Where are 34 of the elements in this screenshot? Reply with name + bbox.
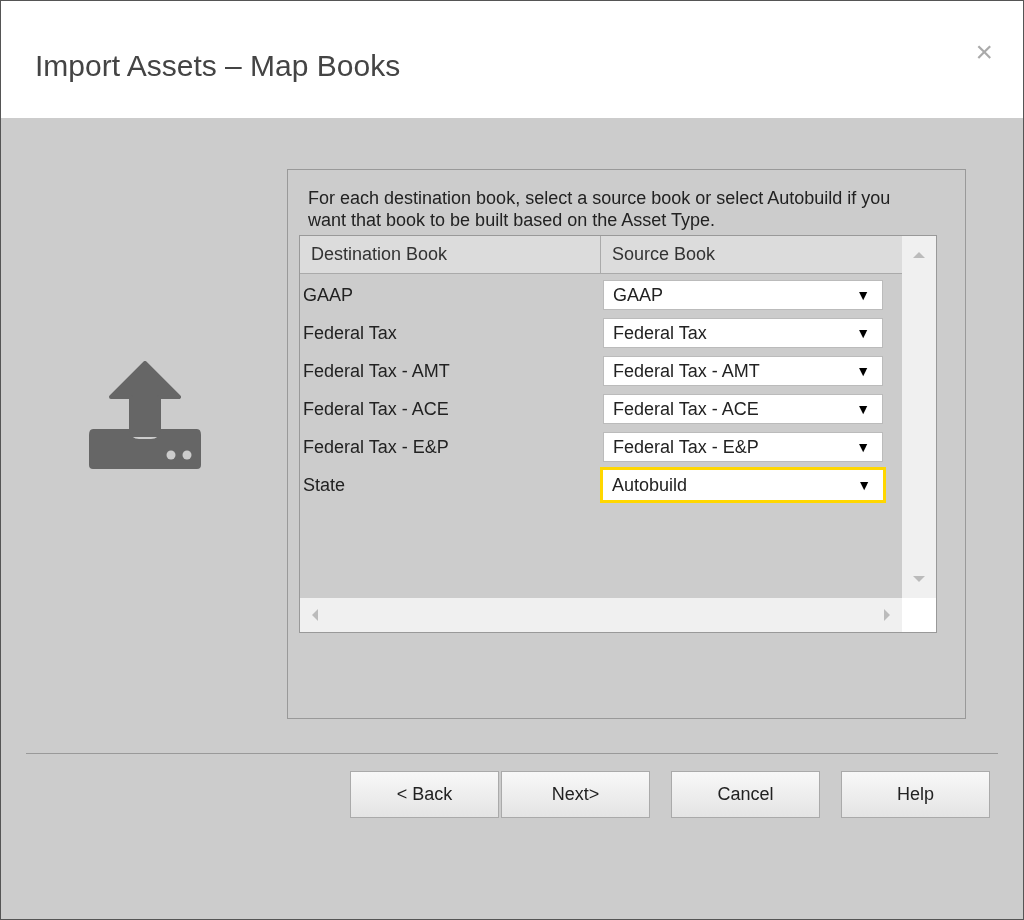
caret-icon: ▼ <box>856 360 870 382</box>
scroll-down-icon[interactable] <box>913 576 925 582</box>
column-header: Destination Book <box>300 236 601 273</box>
caret-icon: ▼ <box>857 474 871 496</box>
source-dropdown[interactable]: Federal Tax ▼ <box>603 318 883 348</box>
dialog-button[interactable]: Next> <box>501 771 650 818</box>
caret-icon: ▼ <box>856 284 870 306</box>
caret-icon: ▼ <box>856 322 870 344</box>
table-cell-text: Federal Tax <box>302 321 398 345</box>
table-cell-text: Federal Tax - ACE <box>302 397 450 421</box>
table-cell-text: Federal Tax - E&P <box>302 435 450 459</box>
caret-icon: ▼ <box>856 436 870 458</box>
source-dropdown[interactable]: Federal Tax - E&P ▼ <box>603 432 883 462</box>
source-dropdown[interactable]: Federal Tax - AMT ▼ <box>603 356 883 386</box>
vertical-scrollbar[interactable] <box>902 236 936 598</box>
table-cell-text: Federal Tax - AMT <box>302 359 451 383</box>
column-header: Source Book <box>611 243 717 266</box>
scrollbar-corner <box>902 598 936 632</box>
source-dropdown[interactable]: Federal Tax - ACE ▼ <box>603 394 883 424</box>
source-dropdown[interactable]: Autobuild ▼ <box>603 470 883 500</box>
scroll-left-icon[interactable] <box>312 609 318 621</box>
scroll-right-icon[interactable] <box>884 609 890 621</box>
window-title: Import Assets – Map Books <box>35 48 401 84</box>
dialog-button[interactable]: Help <box>841 771 990 818</box>
caret-icon: ▼ <box>856 398 870 420</box>
table-cell-text: State <box>302 473 347 497</box>
upload-icon <box>89 361 201 469</box>
dialog-button[interactable]: < Back <box>350 771 499 818</box>
source-dropdown[interactable]: GAAP ▼ <box>603 280 883 310</box>
horizontal-scrollbar[interactable] <box>300 598 902 632</box>
instructions-text: For each destination book, select a source book or select Autobuild if you want that book to be built based on the Asset Type. <box>307 187 892 231</box>
scroll-up-icon[interactable] <box>913 252 925 258</box>
table-cell-text: GAAP <box>302 283 355 307</box>
dialog-button[interactable]: Cancel <box>671 771 820 818</box>
